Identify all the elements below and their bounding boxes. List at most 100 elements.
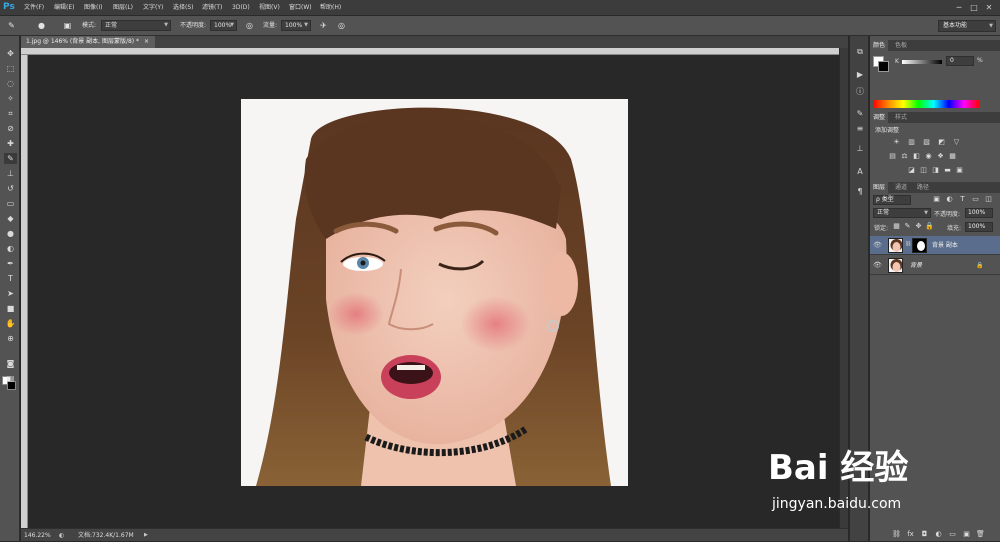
eye-icon[interactable]: 👁 [873, 256, 882, 275]
link-icon[interactable]: ⛓ [905, 241, 911, 247]
menu-select[interactable]: 选择(S) [173, 0, 194, 16]
mode-select[interactable]: 正常 ▼ [101, 20, 171, 31]
channel-mixer-icon[interactable]: ❖ [936, 152, 945, 161]
zoom-tool-icon[interactable]: ⊕ [4, 333, 17, 344]
hand-tool-icon[interactable]: ✋ [4, 318, 17, 329]
actions-icon[interactable]: ▶ [854, 69, 866, 81]
history-brush-tool-icon[interactable]: ↺ [4, 183, 17, 194]
brush-presets-icon[interactable]: ✎ [854, 108, 866, 120]
k-value-input[interactable]: 0 [946, 56, 974, 66]
chevron-right-icon[interactable]: ▶ [144, 529, 148, 542]
properties-icon[interactable]: ≡ [854, 123, 866, 135]
type-tool-icon[interactable]: T [4, 273, 17, 284]
magic-wand-tool-icon[interactable]: ✧ [4, 93, 17, 104]
vertical-scrollbar[interactable] [839, 48, 848, 528]
background-color-chip[interactable] [878, 61, 889, 72]
new-group-icon[interactable]: ▭ [948, 530, 957, 539]
pressure-opacity-icon[interactable]: ◎ [244, 20, 255, 31]
gradient-map-icon[interactable]: ▬ [943, 166, 952, 175]
status-info-icon[interactable]: ◐ [59, 529, 64, 542]
menu-file[interactable]: 文件(F) [24, 0, 44, 16]
paint-bucket-tool-icon[interactable]: ◆ [4, 213, 17, 224]
clone-stamp-tool-icon[interactable]: ⊥ [4, 168, 17, 179]
filter-smart-icon[interactable]: ◫ [984, 195, 993, 204]
layer-row-background[interactable]: 👁 背景 🔒 [870, 256, 1000, 275]
menu-type[interactable]: 文字(Y) [143, 0, 163, 16]
dodge-tool-icon[interactable]: ◐ [4, 243, 17, 254]
layer-row-background-copy[interactable]: 👁 ⛓ 背景 副本 [870, 236, 1000, 255]
blur-tool-icon[interactable]: ● [4, 228, 17, 239]
character-icon[interactable]: A [854, 166, 866, 178]
blend-mode-select[interactable]: 正常 ▼ [873, 208, 931, 218]
eye-icon[interactable]: 👁 [873, 236, 882, 255]
filter-type-icon[interactable]: T [958, 195, 967, 204]
tab-swatches[interactable]: 色板 [892, 40, 910, 51]
lock-pixels-icon[interactable]: ✎ [903, 222, 912, 231]
pressure-size-icon[interactable]: ◎ [336, 20, 347, 31]
tab-channels[interactable]: 通道 [892, 182, 910, 193]
layer-filter-select[interactable]: ρ 类型 [873, 195, 911, 205]
layer-style-icon[interactable]: fx [906, 530, 915, 539]
paragraph-icon[interactable]: ¶ [854, 186, 866, 198]
eraser-tool-icon[interactable]: ▭ [4, 198, 17, 209]
screen-mode-icon[interactable]: ▤ [4, 373, 17, 384]
close-button[interactable]: ✕ [984, 3, 994, 12]
filter-adjust-icon[interactable]: ◐ [945, 195, 954, 204]
fill-input[interactable]: 100% [965, 222, 993, 232]
brush-panel-icon[interactable]: ▣ [62, 20, 73, 31]
invert-icon[interactable]: ◪ [907, 166, 916, 175]
menu-image[interactable]: 图像(I) [84, 0, 102, 16]
vibrance-icon[interactable]: ▽ [952, 138, 961, 147]
layer-opacity-input[interactable]: 100% [965, 208, 993, 218]
shape-tool-icon[interactable]: ■ [4, 303, 17, 314]
tab-color[interactable]: 颜色 [870, 40, 889, 51]
tab-styles[interactable]: 样式 [892, 112, 910, 123]
zoom-level[interactable]: 146.22% [24, 529, 51, 542]
layer-mask-thumbnail[interactable] [912, 238, 927, 253]
black-white-icon[interactable]: ◧ [912, 152, 921, 161]
pen-tool-icon[interactable]: ✒ [4, 258, 17, 269]
menu-view[interactable]: 视图(V) [259, 0, 280, 16]
close-tab-icon[interactable]: × [144, 38, 149, 45]
exposure-icon[interactable]: ◩ [937, 138, 946, 147]
k-slider[interactable] [902, 60, 942, 64]
eyedropper-tool-icon[interactable]: ⊘ [4, 123, 17, 134]
curves-icon[interactable]: ▧ [922, 138, 931, 147]
brush-size-icon[interactable]: ● [36, 20, 47, 31]
menu-edit[interactable]: 编辑(E) [54, 0, 74, 16]
menu-3d[interactable]: 3D(D) [232, 0, 250, 16]
menu-layer[interactable]: 图层(L) [113, 0, 133, 16]
document-tab[interactable]: 1.jpg @ 146% (背景 副本, 图层蒙版/8) * × [21, 36, 155, 48]
flow-input[interactable]: 100% ▼ [281, 20, 311, 31]
color-spectrum[interactable] [873, 100, 979, 108]
opacity-input[interactable]: 100% ▼ [210, 20, 237, 31]
posterize-icon[interactable]: ◫ [919, 166, 928, 175]
menu-window[interactable]: 窗口(W) [289, 0, 312, 16]
new-layer-icon[interactable]: ▣ [962, 530, 971, 539]
minimize-button[interactable]: ─ [954, 3, 964, 12]
lock-position-icon[interactable]: ✥ [914, 222, 923, 231]
brush-tool-icon[interactable]: ✎ [4, 153, 17, 164]
crop-tool-icon[interactable]: ⌗ [4, 108, 17, 119]
healing-brush-tool-icon[interactable]: ✚ [4, 138, 17, 149]
document-image[interactable] [241, 99, 628, 486]
delete-layer-icon[interactable]: 🗑 [976, 530, 985, 539]
info-icon[interactable]: ⓘ [854, 86, 866, 98]
photo-filter-icon[interactable]: ◉ [924, 152, 933, 161]
tab-paths[interactable]: 路径 [914, 182, 932, 193]
filter-shape-icon[interactable]: ▭ [971, 195, 980, 204]
color-balance-icon[interactable]: ⚖ [900, 152, 909, 161]
link-layers-icon[interactable]: ⛓ [892, 530, 901, 539]
hue-saturation-icon[interactable]: ▤ [888, 152, 897, 161]
maximize-button[interactable]: □ [969, 3, 979, 12]
move-tool-icon[interactable]: ✥ [4, 48, 17, 59]
airbrush-icon[interactable]: ✈ [318, 20, 329, 31]
brush-tool-icon[interactable]: ✎ [6, 20, 17, 31]
selective-color-icon[interactable]: ▣ [955, 166, 964, 175]
levels-icon[interactable]: ▥ [907, 138, 916, 147]
marquee-tool-icon[interactable]: ⬚ [4, 63, 17, 74]
clone-source-icon[interactable]: ⊥ [854, 143, 866, 155]
threshold-icon[interactable]: ◨ [931, 166, 940, 175]
menu-help[interactable]: 帮助(H) [320, 0, 341, 16]
new-adjustment-icon[interactable]: ◐ [934, 530, 943, 539]
